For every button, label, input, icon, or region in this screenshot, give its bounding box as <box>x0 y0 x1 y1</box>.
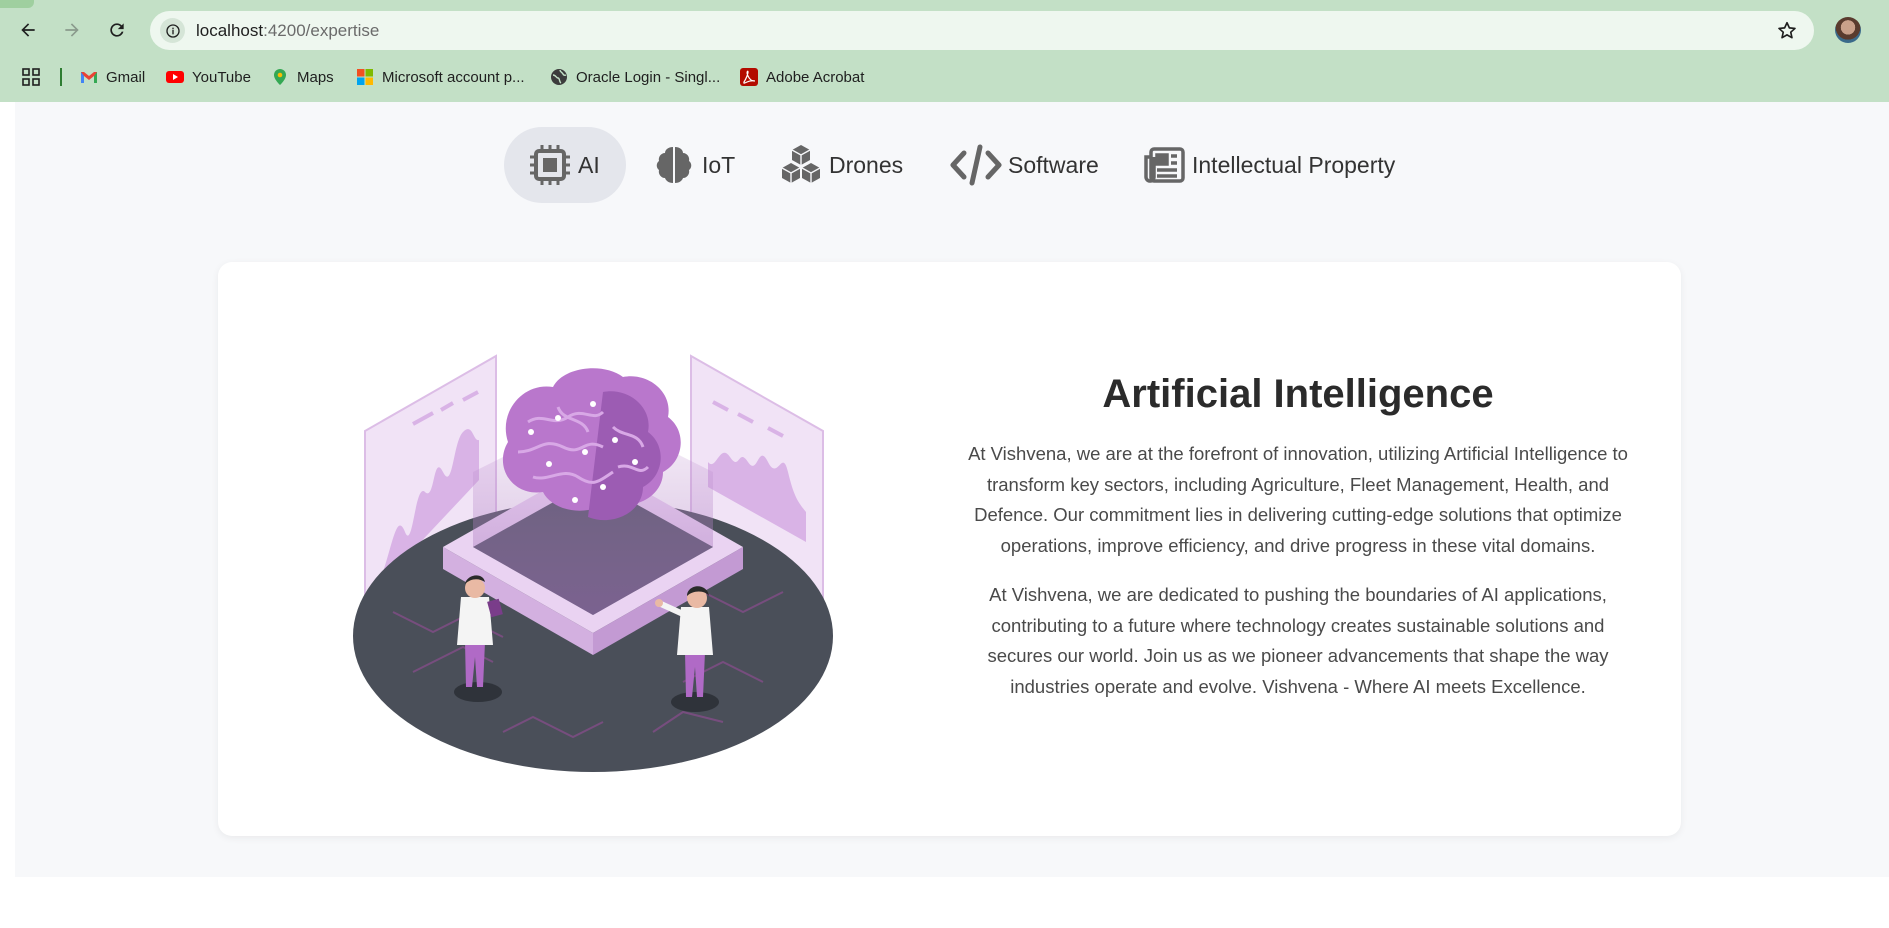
expertise-card: Artificial Intelligence At Vishvena, we … <box>218 262 1681 836</box>
acrobat-icon <box>740 68 758 86</box>
globe-icon <box>551 69 567 85</box>
bookmark-star-icon[interactable] <box>1776 20 1798 42</box>
chip-icon <box>528 143 572 187</box>
tab-label: IoT <box>702 151 736 178</box>
arrow-left-icon <box>21 23 35 37</box>
profile-avatar[interactable] <box>1835 17 1861 43</box>
microsoft-icon <box>357 69 373 85</box>
gmail-icon <box>81 72 97 83</box>
maps-icon <box>274 69 286 85</box>
address-bar[interactable]: localhost:4200/expertise <box>150 11 1814 50</box>
tab-label: Drones <box>829 151 904 178</box>
reload-button[interactable] <box>101 14 133 46</box>
bookmark-acrobat[interactable]: Adobe Acrobat <box>740 66 864 88</box>
ai-brain-illustration <box>353 354 833 772</box>
tab-label: AI <box>578 151 600 178</box>
bookmark-oracle[interactable]: Oracle Login - Singl... <box>550 66 720 88</box>
youtube-icon <box>166 71 184 83</box>
url-host: localhost <box>196 21 264 40</box>
url-text[interactable]: localhost:4200/expertise <box>196 21 379 41</box>
tab-ai[interactable]: AI <box>504 127 626 203</box>
browser-tab-stub[interactable] <box>0 0 34 8</box>
reload-icon <box>110 23 124 37</box>
brain-icon <box>652 143 696 187</box>
tab-label: Intellectual Property <box>1192 151 1396 178</box>
url-path: :4200/expertise <box>263 21 380 40</box>
code-icon <box>950 143 1002 187</box>
newspaper-icon <box>1142 143 1186 187</box>
bookmark-youtube[interactable]: YouTube <box>166 66 251 88</box>
intro-paragraph: At Vishvena, we are at the forefront of … <box>968 443 1628 556</box>
site-info-icon[interactable] <box>160 18 185 43</box>
tab-software[interactable]: Software <box>950 127 1099 203</box>
tab-drones[interactable]: Drones <box>779 127 903 203</box>
apps-grid-icon <box>22 68 40 86</box>
apps-button[interactable] <box>22 66 48 88</box>
bookmarks-divider <box>60 68 62 86</box>
arrow-right-icon <box>65 23 79 37</box>
bookmark-microsoft[interactable]: Microsoft account p... <box>356 66 525 88</box>
bookmark-label: Gmail <box>106 68 146 86</box>
section-title: Artificial Intelligence <box>1102 372 1494 416</box>
back-button[interactable] <box>12 14 44 46</box>
bookmark-label: YouTube <box>192 68 251 86</box>
cubes-icon <box>779 143 823 187</box>
bookmark-label: Microsoft account p... <box>382 68 525 86</box>
bookmark-gmail[interactable]: Gmail <box>80 66 145 88</box>
browser-toolbar: localhost:4200/expertise Gmail YouTube M… <box>0 0 1889 102</box>
bookmark-label: Oracle Login - Singl... <box>576 68 721 86</box>
bookmark-label: Adobe Acrobat <box>766 68 865 86</box>
bookmark-label: Maps <box>297 68 334 86</box>
bookmarks-bar: Gmail YouTube Maps Microsoft account p..… <box>0 60 1889 94</box>
tab-label: Software <box>1008 151 1099 178</box>
tab-iot[interactable]: IoT <box>652 127 735 203</box>
mission-paragraph: At Vishvena, we are dedicated to pushing… <box>987 584 1609 697</box>
tab-intellectual-property[interactable]: Intellectual Property <box>1142 127 1395 203</box>
expertise-page: AI IoT Drones Software Intellectual Prop… <box>15 102 1889 877</box>
expertise-tabs: AI IoT Drones Software Intellectual Prop… <box>15 102 1889 222</box>
expertise-text: Artificial Intelligence At Vishvena, we … <box>968 372 1628 721</box>
bookmark-maps[interactable]: Maps <box>271 66 334 88</box>
forward-button[interactable] <box>56 14 88 46</box>
